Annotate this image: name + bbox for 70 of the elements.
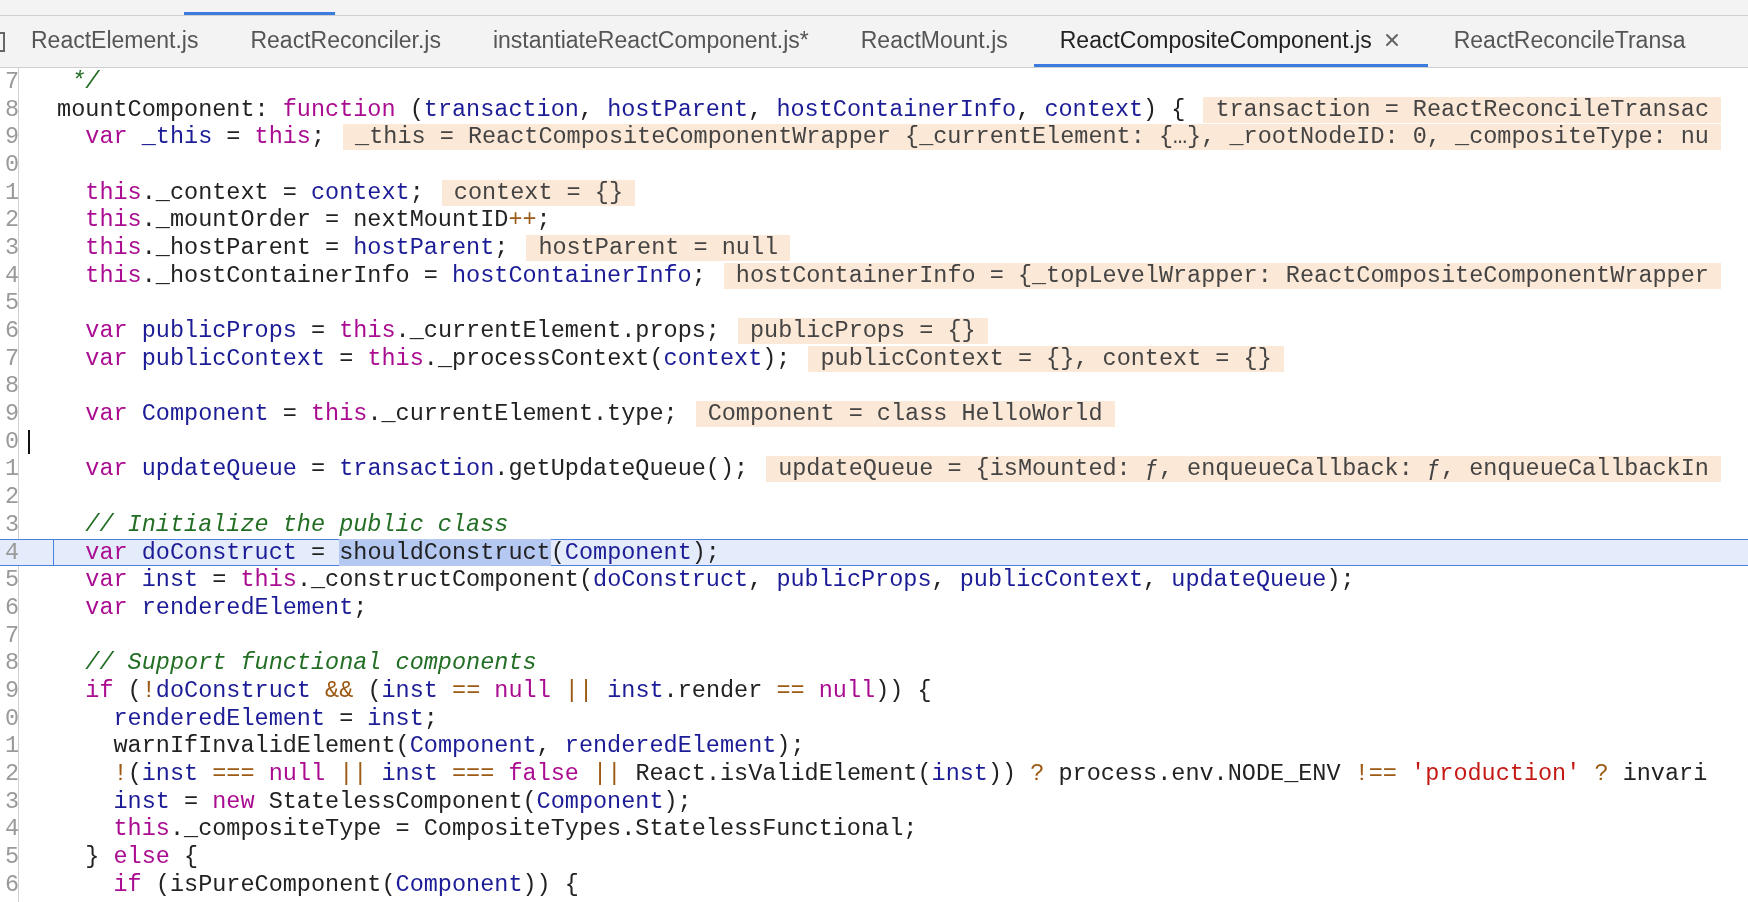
code-line: var publicContext = this._processContext(context); — [84, 344, 791, 373]
code-line: var doConstruct = shouldConstruct(Component); — [84, 538, 720, 567]
code-line: warnIfInvalidElement(Component, renderedElement); — [112, 732, 805, 761]
line-number: 4 — [3, 815, 19, 844]
line-number: 4 — [3, 538, 19, 567]
panel-toggle-icon[interactable] — [0, 31, 5, 52]
file-tab[interactable]: ReactCompositeComponent.js — [1033, 16, 1428, 67]
file-tab[interactable]: instantiateReactComponent.js* — [466, 16, 835, 67]
line-number: 5 — [3, 289, 19, 318]
code-line: var updateQueue = transaction.getUpdateQueue(); — [84, 455, 749, 484]
code-line: } else { — [84, 843, 199, 872]
code-line: this._mountOrder = nextMountID++; — [84, 206, 551, 235]
code-line: */ — [70, 68, 100, 96]
file-tab[interactable]: ReactReconcileTransa — [1427, 16, 1712, 67]
inline-value: publicProps = {} — [737, 318, 988, 345]
line-number: 0 — [3, 704, 19, 733]
code-line: this._hostParent = hostParent; — [84, 233, 509, 262]
code-line: !(inst === null || inst === false || React.isValidElement(inst)) ? process.env.NODE_ENV !== 'production' ? invari — [112, 760, 1708, 789]
file-tab[interactable]: ReactMount.js — [834, 16, 1034, 67]
line-number: 9 — [3, 676, 19, 705]
file-tab[interactable]: ReactElement.js — [5, 16, 225, 67]
line-number: 0 — [3, 150, 19, 179]
inline-value: hostParent = null — [526, 234, 791, 261]
code-line: this._compositeType = CompositeTypes.StatelessFunctional; — [112, 815, 918, 844]
code-line: var renderedElement; — [84, 593, 368, 622]
code-line: mountComponent: function (transaction, hostParent, hostContainerInfo, context) { — [56, 95, 1186, 124]
inline-value: hostContainerInfo = {_topLevelWrapper: ReactCompositeComponentWrapper — [723, 262, 1721, 289]
code-line: // Initialize the public class — [84, 510, 509, 539]
line-number: 9 — [3, 123, 19, 152]
line-number: 5 — [3, 843, 19, 872]
line-number: 6 — [3, 317, 19, 346]
code-line: var Component = this._currentElement.type; — [84, 400, 678, 429]
code-line: // Support functional components — [84, 649, 537, 678]
line-number: 6 — [3, 593, 19, 622]
inline-value: _this = ReactCompositeComponentWrapper {_currentElement: {…}, _rootNodeID: 0, _compositeType: nu — [343, 124, 1721, 151]
inline-value: updateQueue = {isMounted: ƒ, enqueueCallback: ƒ, enqueueCallbackIn — [766, 456, 1721, 483]
code-line: var inst = this._constructComponent(doConstruct, publicProps, publicContext, updateQueue); — [84, 566, 1355, 595]
code-line: renderedElement = inst; — [112, 704, 438, 733]
line-number: 3 — [3, 787, 19, 816]
inline-value: publicContext = {}, context = {} — [808, 345, 1284, 372]
line-number: 7 — [3, 621, 19, 650]
line-number: 4 — [3, 261, 19, 290]
line-number: 1 — [3, 455, 19, 484]
line-number: 8 — [3, 372, 19, 401]
code-line: inst = new StatelessComponent(Component); — [112, 787, 692, 816]
code-line: this._context = context; — [84, 178, 424, 207]
line-number: 5 — [3, 566, 19, 595]
inline-value: transaction = ReactReconcileTransac — [1203, 96, 1721, 123]
code-line: if (!doConstruct && (inst == null || inst.render == null)) { — [84, 676, 932, 705]
line-number: 2 — [3, 760, 19, 789]
code-line: var publicProps = this._currentElement.props; — [84, 317, 720, 346]
line-number: 7 — [3, 68, 19, 96]
code-line: if (isPureComponent(Component)) { — [112, 870, 579, 899]
line-number: 1 — [3, 732, 19, 761]
line-number: 3 — [3, 510, 19, 539]
line-number: 1 — [3, 178, 19, 207]
inline-value: context = {} — [441, 179, 635, 206]
inline-value: Component = class HelloWorld — [695, 401, 1115, 428]
line-number: 8 — [3, 649, 19, 678]
line-number: 2 — [3, 206, 19, 235]
line-number: 2 — [3, 483, 19, 512]
line-number: 6 — [3, 870, 19, 899]
line-number: 3 — [3, 233, 19, 262]
line-number: 0 — [3, 427, 19, 456]
line-number: 8 — [3, 95, 19, 124]
file-tab[interactable]: ReactReconciler.js — [224, 16, 467, 67]
code-line: this._hostContainerInfo = hostContainerInfo; — [84, 261, 706, 290]
code-line: var _this = this; — [84, 123, 326, 152]
line-number: 7 — [3, 344, 19, 373]
line-number: 9 — [3, 400, 19, 429]
